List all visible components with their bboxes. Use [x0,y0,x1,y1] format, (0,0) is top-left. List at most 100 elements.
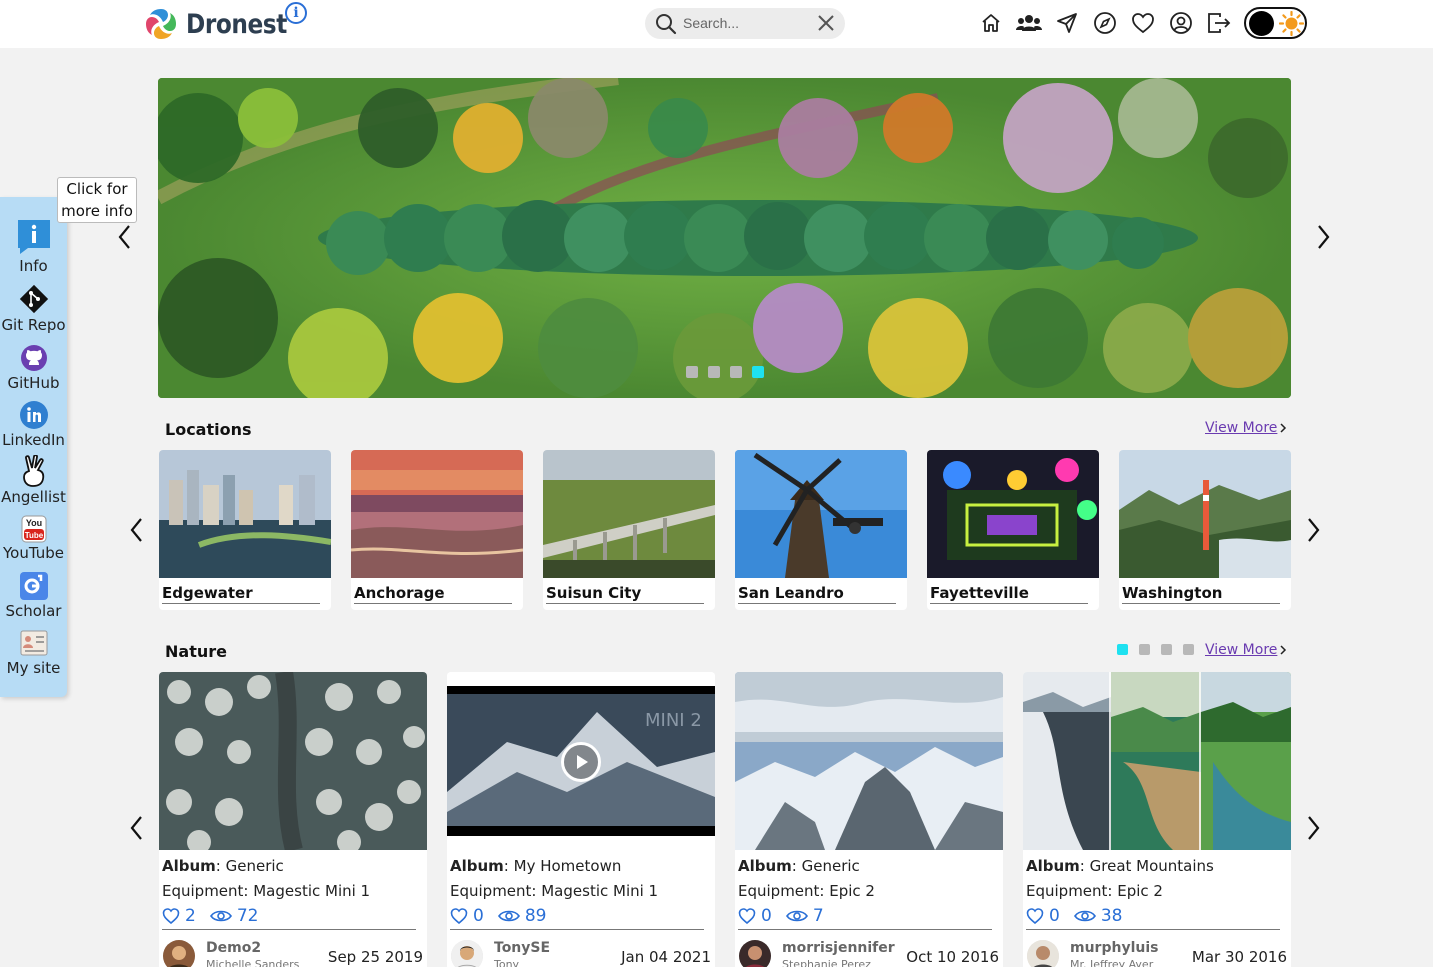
locations-prev-arrow[interactable] [126,515,148,545]
location-card[interactable]: Suisun City [543,450,715,610]
site-icon [20,630,47,656]
search-bar [645,8,845,39]
locations-next-arrow[interactable] [1302,515,1324,545]
location-card[interactable]: Anchorage [351,450,523,610]
eye-icon [1073,910,1096,922]
sidebar-item-my-site[interactable]: My site [0,628,67,677]
eye-icon [785,910,808,922]
username[interactable]: morrisjennifer [782,940,895,956]
search-icon [656,14,677,35]
avatar[interactable] [163,940,195,967]
nature-dot-active[interactable] [1117,644,1128,655]
hero-dot-active[interactable] [752,366,764,378]
play-button[interactable] [561,742,601,782]
divider [930,603,1088,604]
hero-dot[interactable] [686,366,698,378]
media-card[interactable]: MINI 2 Album: My Hometown Equipment: Mag… [447,672,715,967]
like-button[interactable]: 0 [738,906,772,926]
dronest-logo[interactable]: Dronest i [142,2,307,44]
send-icon[interactable] [1052,8,1082,38]
location-card[interactable]: Washington [1119,450,1291,610]
avatar[interactable] [1027,940,1059,967]
username[interactable]: murphyluis [1070,940,1158,956]
sidebar-item-youtube[interactable]: You Tube YouTube [0,515,67,562]
username[interactable]: TonySE [494,940,550,956]
sidebar-item-github[interactable]: GitHub [0,343,67,392]
users-icon[interactable] [1014,8,1044,38]
sidebar-item-linkedin[interactable]: LinkedIn [0,400,67,449]
like-button[interactable]: 0 [450,906,484,926]
location-name: Fayetteville [930,584,1029,602]
sidebar-item-scholar[interactable]: Scholar [0,571,67,620]
card-stats: 0 89 [450,906,560,926]
album-name: Generic [801,857,860,875]
divider [738,603,896,604]
nature-view-more-link[interactable]: View More [1205,642,1287,658]
equipment-info: Equipment: Magestic Mini 1 [450,882,659,900]
divider [162,603,320,604]
logout-icon[interactable] [1204,8,1234,38]
post-date: Mar 30 2016 [1191,948,1287,966]
avatar[interactable] [451,940,483,967]
card-stats: 0 7 [738,906,838,926]
sidebar-item-label: My site [6,659,61,677]
sidebar-item-label: YouTube [3,544,64,562]
heart-icon[interactable] [1128,8,1158,38]
post-date: Sep 25 2019 [327,948,423,966]
sidebar-item-angellist[interactable]: Angellist [0,455,67,506]
nature-dot[interactable] [1183,644,1194,655]
like-button[interactable]: 0 [1026,906,1060,926]
hero-dot[interactable] [730,366,742,378]
linkedin-icon [19,401,48,429]
album-label: Album [162,857,216,875]
svg-text:You: You [25,518,41,528]
video-thumbnail[interactable]: MINI 2 [447,672,715,850]
nature-next-arrow[interactable] [1302,813,1324,843]
location-card[interactable]: San Leandro [735,450,907,610]
search-input[interactable] [683,12,813,34]
username[interactable]: Demo2 [206,940,261,956]
sidebar-item-label: Git Repo [1,316,66,334]
album-label: Album [450,857,504,875]
sidebar-tooltip: Click for more info [57,177,137,223]
clear-search-icon[interactable] [817,14,835,32]
eye-icon [209,910,232,922]
location-image [351,450,523,578]
scholar-icon [19,572,48,600]
hero-next-arrow[interactable] [1312,222,1334,252]
location-card[interactable]: Fayetteville [927,450,1099,610]
location-name: Suisun City [546,584,642,602]
theme-toggle[interactable] [1244,7,1307,39]
divider [1122,603,1280,604]
heart-icon [450,908,468,924]
compass-icon[interactable] [1090,8,1120,38]
equipment-info: Equipment: Epic 2 [738,882,875,900]
view-more-label: View More [1205,642,1278,658]
media-card[interactable]: Album: Generic Equipment: Epic 2 0 7 mor… [735,672,1003,967]
hero-prev-arrow[interactable] [114,222,136,252]
media-image [159,672,427,850]
nature-dot[interactable] [1139,644,1150,655]
equipment-info: Equipment: Magestic Mini 1 [162,882,371,900]
location-card[interactable]: Edgewater [159,450,331,610]
view-count: 89 [524,906,547,926]
like-button[interactable]: 2 [162,906,196,926]
locations-title: Locations [165,420,252,439]
avatar[interactable] [739,940,771,967]
nature-prev-arrow[interactable] [126,813,148,843]
nature-dot[interactable] [1161,644,1172,655]
profile-icon[interactable] [1166,8,1196,38]
sidebar-item-info[interactable]: Info [0,218,67,275]
like-count: 0 [1049,906,1060,926]
locations-view-more-link[interactable]: View More [1205,420,1287,436]
hero-dot[interactable] [708,366,720,378]
media-card[interactable]: Album: Great Mountains Equipment: Epic 2… [1023,672,1291,967]
equipment-info: Equipment: Epic 2 [1026,882,1163,900]
user-full-name: Mr. Jeffrey Ayer [1070,958,1154,967]
sidebar-item-git-repo[interactable]: Git Repo [0,283,67,334]
nature-title: Nature [165,642,227,661]
media-card[interactable]: Album: Generic Equipment: Magestic Mini … [159,672,427,967]
location-name: San Leandro [738,584,844,602]
about-info-icon[interactable]: i [285,2,307,24]
home-icon[interactable] [976,8,1006,38]
